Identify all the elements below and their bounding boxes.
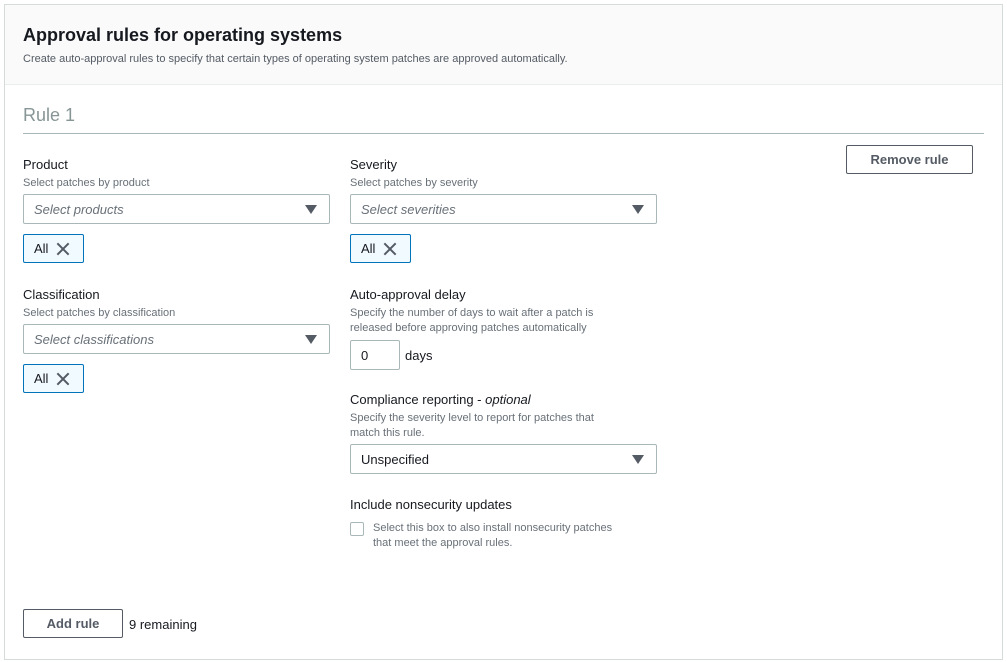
add-rule-button[interactable]: Add rule [23, 609, 123, 638]
token-label: All [34, 241, 49, 256]
classification-select-placeholder: Select classifications [34, 332, 154, 347]
caret-down-icon [305, 335, 317, 344]
caret-down-icon [632, 455, 644, 464]
close-icon[interactable] [382, 241, 398, 257]
rule-divider [23, 133, 984, 134]
token-label: All [361, 241, 376, 256]
caret-down-icon [632, 205, 644, 214]
nonsecurity-description-line2: that meet the approval rules. [373, 537, 513, 549]
close-icon[interactable] [55, 241, 71, 257]
caret-down-icon [305, 205, 317, 214]
rule-title: Rule 1 [23, 105, 76, 125]
product-select[interactable]: Select products [23, 194, 330, 224]
optional-text: optional [485, 392, 531, 407]
product-description: Select patches by product [23, 177, 150, 189]
compliance-label-text: Compliance reporting - [350, 392, 486, 407]
compliance-description-line2: match this rule. [350, 427, 425, 439]
panel-title: Approval rules for operating systems [23, 25, 343, 45]
delay-label: Auto-approval delay [350, 287, 466, 302]
compliance-description-line1: Specify the severity level to report for… [350, 412, 594, 424]
remove-rule-button[interactable]: Remove rule [846, 145, 973, 174]
delay-description-line1: Specify the number of days to wait after… [350, 307, 594, 319]
close-icon[interactable] [55, 371, 71, 387]
severity-label: Severity [350, 157, 397, 172]
panel-description: Create auto-approval rules to specify th… [23, 53, 568, 65]
approval-rules-panel: Approval rules for operating systems Cre… [4, 4, 1003, 660]
delay-days-input[interactable] [350, 340, 400, 370]
classification-token-all: All [23, 364, 84, 393]
nonsecurity-label: Include nonsecurity updates [350, 497, 512, 512]
delay-unit: days [405, 348, 433, 363]
rules-remaining: 9 remaining [129, 617, 197, 632]
nonsecurity-checkbox[interactable] [350, 522, 364, 536]
classification-label: Classification [23, 287, 100, 302]
compliance-label: Compliance reporting - optional [350, 392, 531, 407]
nonsecurity-description-line1: Select this box to also install nonsecur… [373, 522, 613, 534]
product-label: Product [23, 157, 68, 172]
token-label: All [34, 371, 49, 386]
panel-header: Approval rules for operating systems Cre… [5, 5, 1002, 85]
severity-select-placeholder: Select severities [361, 202, 456, 217]
severity-description: Select patches by severity [350, 177, 478, 189]
severity-select[interactable]: Select severities [350, 194, 657, 224]
compliance-selected-value: Unspecified [361, 452, 429, 467]
product-select-placeholder: Select products [34, 202, 124, 217]
delay-description-line2: released before approving patches automa… [350, 322, 587, 334]
severity-token-all: All [350, 234, 411, 263]
compliance-select[interactable]: Unspecified [350, 444, 657, 474]
classification-description: Select patches by classification [23, 307, 176, 319]
classification-select[interactable]: Select classifications [23, 324, 330, 354]
product-token-all: All [23, 234, 84, 263]
